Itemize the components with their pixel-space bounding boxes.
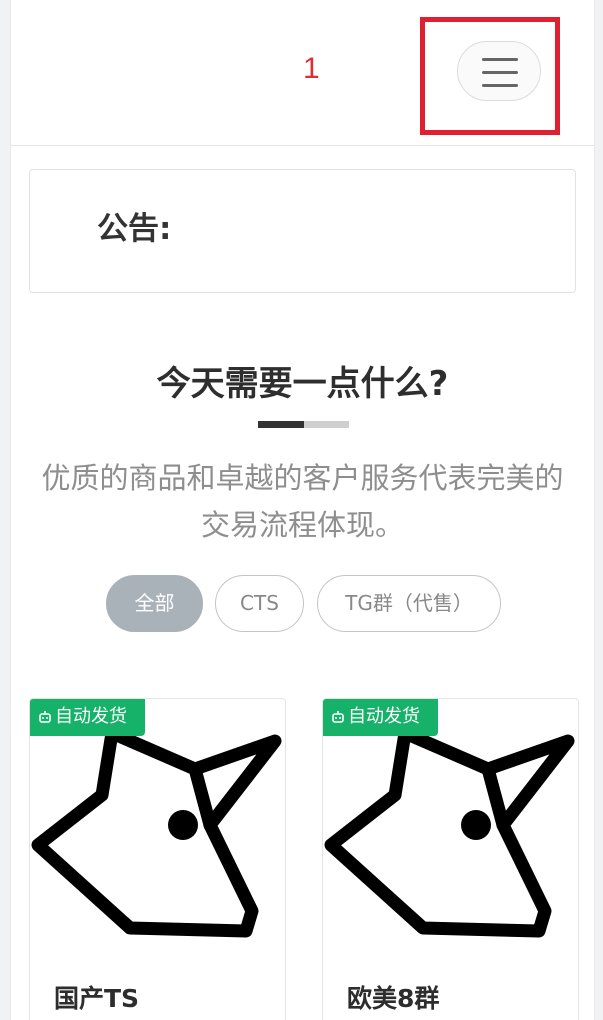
notice-label: 公告:: [97, 211, 172, 247]
title-divider-light: [304, 421, 349, 428]
page: 1 公告: 今天需要一点什么? 优质的商品和卓越的客户服务代表完美的交易流程体现…: [10, 0, 595, 1020]
filter-all[interactable]: 全部: [106, 575, 203, 632]
unicorn-icon: [324, 726, 575, 938]
product-name[interactable]: 欧美8群: [347, 979, 439, 1015]
auto-delivery-badge: 自动发货: [323, 699, 438, 736]
title-divider: [258, 421, 304, 428]
filter-cts[interactable]: CTS: [215, 575, 304, 632]
badge-label: 自动发货: [348, 706, 420, 727]
section-subtitle: 优质的商品和卓越的客户服务代表完美的交易流程体现。: [41, 461, 564, 542]
filter-tg-group[interactable]: TG群（代售）: [317, 575, 501, 632]
unicorn-icon: [31, 726, 282, 938]
product-card[interactable]: 自动发货 欧美8群: [322, 698, 579, 1020]
header-number: 1: [303, 52, 320, 85]
highlight-box: [420, 17, 560, 135]
header: 1: [11, 0, 594, 146]
notice-panel: 公告:: [29, 169, 576, 293]
robot-icon: [39, 711, 51, 723]
robot-icon: [332, 711, 344, 723]
product-name[interactable]: 国产TS: [54, 979, 139, 1015]
badge-label: 自动发货: [55, 706, 127, 727]
product-card[interactable]: 自动发货 国产TS: [29, 698, 286, 1020]
auto-delivery-badge: 自动发货: [30, 699, 145, 736]
section-title: 今天需要一点什么?: [156, 364, 449, 404]
